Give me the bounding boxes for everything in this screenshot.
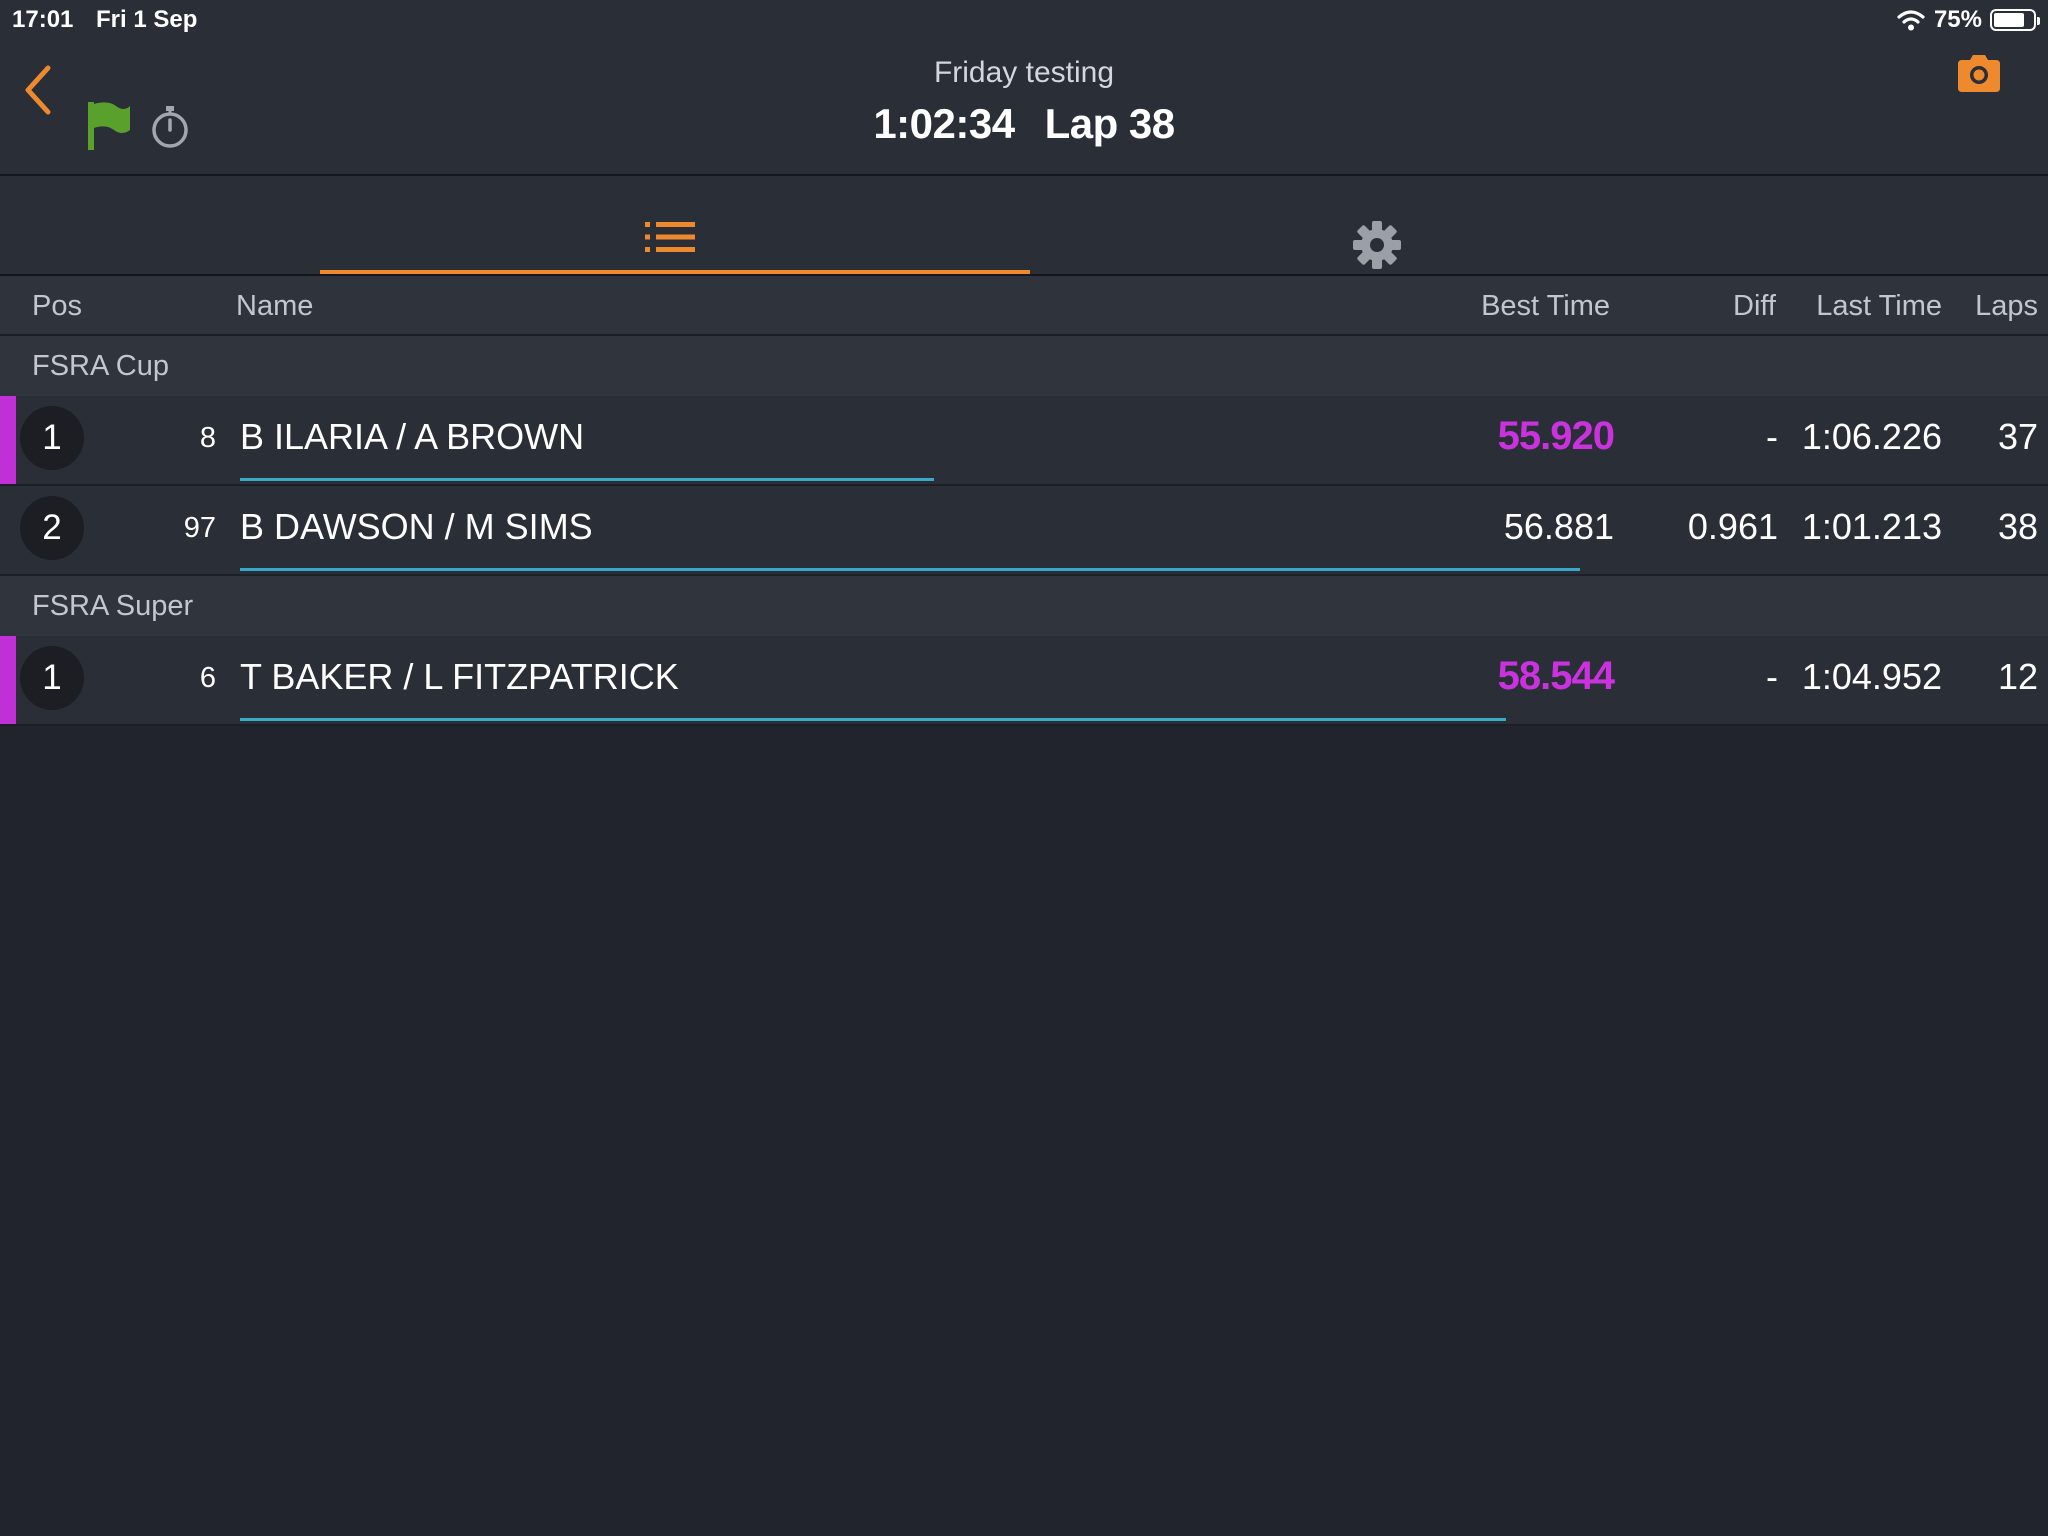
last-time: 1:06.226: [1801, 416, 1942, 457]
battery-icon: [1990, 9, 2040, 31]
status-right: 75%: [1896, 4, 2040, 36]
table-row[interactable]: 1 6 T BAKER / L FITZPATRICK 58.544 - 1:0…: [0, 636, 2048, 726]
driver-names: T BAKER / L FITZPATRICK: [240, 656, 679, 697]
class-leader-marker: [0, 396, 16, 484]
group-name: FSRA Super: [32, 590, 194, 622]
session-clock: 1:02:34 Lap 38: [0, 100, 2048, 148]
battery-percent: 75%: [1933, 6, 1982, 33]
driver-names: B ILARIA / A BROWN: [240, 416, 585, 457]
tab-timing-list[interactable]: [320, 176, 1030, 274]
session-header: Friday testing 1:02:34 Lap 38: [0, 40, 2048, 176]
col-diff[interactable]: Diff: [1620, 290, 1776, 323]
active-tab-indicator: [320, 270, 1030, 274]
camera-icon[interactable]: [1954, 52, 2004, 96]
group-header: FSRA Cup: [0, 336, 2048, 398]
elapsed-time: 1:02:34: [873, 100, 1015, 147]
lap-count: Lap 38: [1044, 100, 1176, 147]
position-badge: 1: [20, 646, 84, 710]
best-time: 58.544: [1497, 654, 1615, 698]
diff: -: [1766, 656, 1778, 697]
status-bar: 17:01 Fri 1 Sep 75%: [0, 0, 2048, 40]
tab-bar: [0, 176, 2048, 276]
best-time: 56.881: [1503, 506, 1614, 547]
status-date: Fri 1 Sep: [96, 6, 198, 33]
last-time: 1:01.213: [1801, 506, 1942, 547]
group-header: FSRA Super: [0, 576, 2048, 638]
col-laps[interactable]: Laps: [1960, 290, 2038, 323]
class-leader-marker: [0, 636, 16, 724]
last-time: 1:04.952: [1801, 656, 1942, 697]
group-name: FSRA Cup: [32, 350, 169, 382]
position-badge: 1: [20, 406, 84, 470]
lap-progress: [240, 478, 2048, 481]
lap-progress-fill: [240, 718, 1506, 721]
table-row[interactable]: 1 8 B ILARIA / A BROWN 55.920 - 1:06.226…: [0, 396, 2048, 486]
lap-progress: [240, 718, 2048, 721]
lap-progress-fill: [240, 478, 935, 481]
gear-icon[interactable]: [1340, 208, 1414, 282]
car-number: 6: [199, 662, 216, 694]
lap-progress-fill: [240, 568, 1580, 571]
col-best-time[interactable]: Best Time: [1420, 290, 1610, 323]
diff: -: [1766, 416, 1778, 457]
status-time: 17:01: [12, 6, 74, 33]
lap-progress: [240, 568, 2048, 571]
position-badge: 2: [20, 496, 84, 560]
diff: 0.961: [1687, 506, 1778, 547]
list-icon: [645, 222, 695, 252]
best-time: 55.920: [1497, 414, 1615, 458]
wifi-icon: [1897, 10, 1925, 31]
col-name[interactable]: Name: [236, 290, 313, 323]
laps: 12: [1997, 656, 2038, 697]
table-row[interactable]: 2 97 B DAWSON / M SIMS 56.881 0.961 1:01…: [0, 486, 2048, 576]
column-headers: Pos Name Best Time Diff Last Time Laps: [0, 276, 2048, 336]
laps: 37: [1997, 416, 2038, 457]
car-number: 8: [199, 422, 216, 454]
laps: 38: [1997, 506, 2038, 547]
col-last-time[interactable]: Last Time: [1790, 290, 1942, 323]
col-pos[interactable]: Pos: [32, 290, 82, 323]
session-name: Friday testing: [933, 56, 1115, 89]
car-number: 97: [183, 512, 216, 544]
driver-names: B DAWSON / M SIMS: [240, 506, 593, 547]
